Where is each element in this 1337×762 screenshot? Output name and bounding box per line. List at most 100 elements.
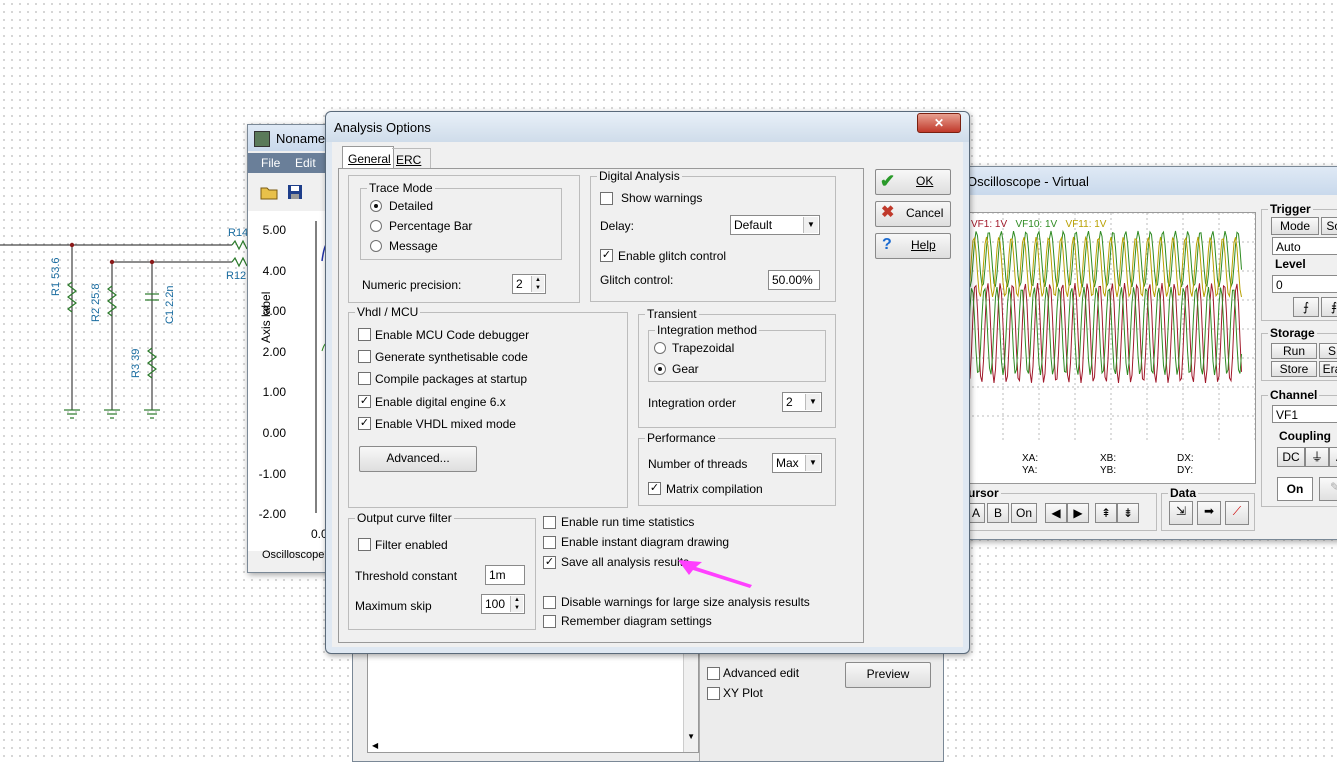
trace-mode-radio[interactable] — [370, 200, 382, 212]
glitch-enable-checkbox[interactable]: ✓ — [600, 249, 613, 262]
storage-title: Storage — [1268, 326, 1317, 340]
misc-option-label: Disable warnings for large size analysis… — [561, 595, 810, 609]
scope-traces — [966, 212, 1256, 443]
vhdl-option-label: Compile packages at startup — [375, 372, 528, 387]
storage-single-button[interactable]: S — [1319, 343, 1337, 359]
trace-mode-title: Trace Mode — [367, 181, 435, 195]
cursor-down-button[interactable]: ⇟ — [1117, 503, 1139, 523]
data-clear-icon[interactable]: ⟋ — [1225, 501, 1249, 525]
threshold-field[interactable]: 1m — [485, 565, 525, 585]
misc-option-checkbox[interactable] — [543, 596, 556, 609]
scroll-left-icon[interactable]: ◀ — [372, 741, 378, 750]
vhdl-option-checkbox[interactable]: ✓ — [358, 394, 371, 408]
virtual-scope-title: Oscilloscope - Virtual — [967, 174, 1089, 189]
storage-run-button[interactable]: Run — [1271, 343, 1317, 359]
delay-dropdown[interactable]: Default ▼ — [730, 215, 820, 235]
tab-erc[interactable]: ERC — [392, 148, 431, 169]
filter-enabled-checkbox[interactable] — [358, 538, 371, 551]
integration-order-value: 2 — [786, 395, 793, 409]
vhdl-option-checkbox[interactable]: ✓ — [358, 416, 371, 430]
cursor-on-button[interactable]: On — [1011, 503, 1037, 523]
show-warnings-checkbox[interactable] — [600, 192, 613, 205]
cursor-up-button[interactable]: ⇞ — [1095, 503, 1117, 523]
trigger-source-button[interactable]: Sou — [1321, 217, 1337, 235]
save-icon[interactable] — [286, 183, 304, 201]
trace-mode-label: Detailed — [389, 199, 433, 213]
misc-option-checkbox[interactable] — [543, 516, 556, 529]
cursor-right-button[interactable]: ▶ — [1067, 503, 1089, 523]
menu-file[interactable]: File — [261, 156, 280, 170]
status-tab-oscilloscope[interactable]: Oscilloscope1 — [262, 549, 330, 561]
misc-option-checkbox[interactable] — [543, 615, 556, 628]
advanced-edit-checkbox[interactable] — [707, 667, 720, 680]
numeric-precision-stepper[interactable]: 2 ▲ ▼ — [512, 274, 546, 294]
trigger-level-field[interactable]: 0 — [1272, 275, 1337, 293]
vhdl-option-label: Enable VHDL mixed mode — [375, 416, 516, 431]
advanced-button[interactable]: Advanced... — [359, 446, 477, 472]
cancel-button[interactable]: ✖ Cancel — [875, 201, 951, 227]
storage-store-button[interactable]: Store — [1271, 361, 1317, 377]
trace-mode-radio[interactable] — [370, 240, 382, 252]
trace-mode-radio[interactable] — [370, 220, 382, 232]
label-r2: R2 25.8 — [90, 283, 102, 322]
trigger-rising-icon[interactable]: ⨍ — [1293, 297, 1319, 317]
trace-mode-label: Message — [389, 239, 438, 253]
series-label-vf11: VF11: 1V — [1065, 219, 1107, 230]
threads-dropdown[interactable]: Max ▼ — [772, 453, 822, 473]
readout-dy: DY: — [1177, 465, 1194, 476]
matrix-compilation-checkbox[interactable]: ✓ — [648, 482, 661, 495]
glitch-control-label: Glitch control: — [600, 273, 674, 287]
data-import-icon[interactable]: ⇲ — [1169, 501, 1193, 525]
help-button[interactable]: ? Help — [875, 233, 951, 259]
tab-general[interactable]: General — [342, 146, 394, 169]
misc-option-label: Remember diagram settings — [561, 614, 712, 628]
pen-icon[interactable]: ✎ — [1319, 477, 1337, 501]
ok-button[interactable]: ✔ OK — [875, 169, 951, 195]
coupling-ac-button[interactable]: A — [1329, 447, 1337, 467]
storage-erase-button[interactable]: Era — [1319, 361, 1337, 377]
trigger-mode-button[interactable]: Mode — [1271, 217, 1319, 235]
trigger-title: Trigger — [1268, 202, 1313, 216]
data-export-icon[interactable]: ➡ — [1197, 501, 1221, 525]
trigger-falling-icon[interactable]: ⨎ — [1321, 297, 1337, 317]
trigger-mode-field[interactable]: Auto — [1272, 237, 1337, 255]
coupling-ground-button[interactable]: ⏚ — [1305, 447, 1329, 467]
glitch-control-field[interactable]: 50.00% — [768, 270, 820, 290]
dialog-titlebar[interactable]: Analysis Options ✕ — [326, 112, 969, 142]
integration-method-radio[interactable] — [654, 342, 666, 354]
scroll-down-icon[interactable]: ▼ — [687, 732, 695, 741]
vhdl-option-checkbox[interactable] — [358, 328, 371, 341]
open-folder-icon[interactable] — [260, 183, 278, 201]
channel-field[interactable]: VF1 — [1272, 405, 1337, 423]
close-icon[interactable]: ✕ — [917, 113, 961, 133]
readout-ya: YA: — [1022, 465, 1038, 476]
virtual-scope-titlebar[interactable]: Oscilloscope - Virtual — [961, 167, 1337, 195]
channel-on-button[interactable]: On — [1277, 477, 1313, 501]
cancel-label: Cancel — [906, 206, 944, 220]
vhdl-option-checkbox[interactable] — [358, 350, 371, 364]
cursor-left-button[interactable]: ◀ — [1045, 503, 1067, 523]
threads-value: Max — [776, 456, 799, 470]
chevron-down-icon[interactable]: ▼ — [805, 455, 820, 471]
xy-plot-checkbox[interactable] — [707, 687, 720, 700]
spin-arrows-icon[interactable]: ▲ ▼ — [531, 276, 544, 292]
integration-order-dropdown[interactable]: 2 ▼ — [782, 392, 822, 412]
cursor-b-button[interactable]: B — [987, 503, 1009, 523]
misc-option-checkbox[interactable] — [543, 536, 556, 549]
coupling-dc-button[interactable]: DC — [1277, 447, 1305, 467]
integration-method-radio[interactable] — [654, 363, 666, 375]
chevron-down-icon[interactable]: ▼ — [803, 217, 818, 233]
menu-edit[interactable]: Edit — [295, 156, 316, 170]
label-r12: R12 — [226, 270, 247, 282]
vhdl-option-checkbox[interactable] — [358, 372, 371, 386]
preview-button[interactable]: Preview — [845, 662, 931, 688]
matrix-compilation-label: Matrix compilation — [666, 482, 763, 496]
label-c1: C1 2.2n — [164, 285, 176, 324]
chevron-down-icon[interactable]: ▼ — [805, 394, 820, 410]
virtual-scope-window: Oscilloscope - Virtual VF1: 1V VF10: 1V … — [960, 166, 1337, 540]
spin-arrows-icon[interactable]: ▲ ▼ — [510, 596, 523, 612]
back-dialog-list[interactable]: ▼ ◀ — [367, 651, 699, 753]
misc-option-checkbox[interactable]: ✓ — [543, 556, 556, 569]
max-skip-stepper[interactable]: 100 ▲ ▼ — [481, 594, 525, 614]
trace-mode-option-text: Message — [389, 239, 438, 253]
